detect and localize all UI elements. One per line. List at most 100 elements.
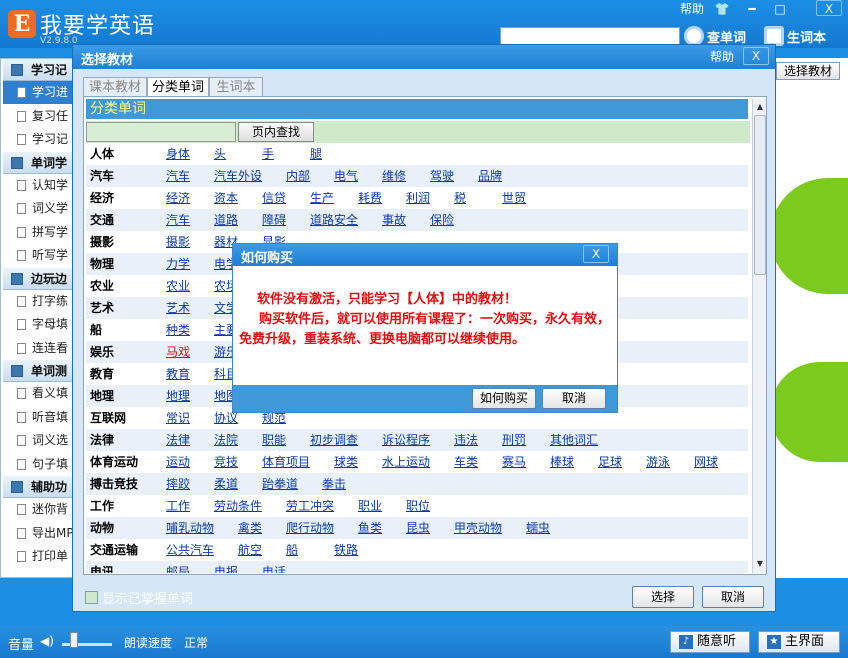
category-word-link[interactable]: 蠕虫 (526, 517, 550, 539)
category-word-link[interactable]: 汽车 (166, 165, 190, 187)
category-word-link[interactable]: 耗费 (358, 187, 382, 209)
sidebar-item[interactable]: 句子填 (3, 453, 79, 476)
select-textbook-button[interactable]: 选择教材 (776, 62, 840, 80)
category-word-link[interactable]: 内部 (286, 165, 310, 187)
sidebar-group-header[interactable]: 学习记 (3, 59, 79, 81)
category-word-link[interactable]: 马戏 (166, 341, 190, 363)
category-word-link[interactable]: 车类 (454, 451, 478, 473)
category-word-link[interactable]: 品牌 (478, 165, 502, 187)
maximize-icon[interactable]: □ (770, 1, 790, 17)
category-word-link[interactable]: 其他词汇 (550, 429, 598, 451)
category-word-link[interactable]: 违法 (454, 429, 478, 451)
sidebar-group-header[interactable]: 单词学 (3, 151, 79, 174)
how-to-buy-button[interactable]: 如何购买 (472, 388, 536, 409)
category-word-link[interactable]: 哺乳动物 (166, 517, 214, 539)
tab-textbooks[interactable]: 课本教材 (83, 77, 147, 97)
category-word-link[interactable]: 生产 (310, 187, 334, 209)
speaker-icon[interactable]: ◀) (40, 634, 54, 648)
volume-slider-knob[interactable] (70, 632, 78, 648)
category-word-link[interactable]: 道路安全 (310, 209, 358, 231)
category-word-link[interactable]: 游泳 (646, 451, 670, 473)
cancel-button[interactable]: 取消 (702, 586, 764, 608)
category-word-link[interactable]: 船 (286, 539, 298, 561)
sidebar-item[interactable]: 学习进 (3, 81, 79, 104)
category-word-link[interactable]: 航空 (238, 539, 262, 561)
sidebar-item[interactable]: 听写学 (3, 244, 79, 267)
show-mastered-checkbox[interactable] (85, 591, 98, 604)
category-word-link[interactable]: 种类 (166, 319, 190, 341)
sidebar-item[interactable]: 字母填 (3, 313, 79, 336)
category-word-link[interactable]: 跆拳道 (262, 473, 298, 495)
sidebar-item[interactable]: 词义学 (3, 197, 79, 220)
category-word-link[interactable]: 头 (214, 143, 226, 165)
skin-icon[interactable]: 👕 (712, 1, 732, 17)
category-word-link[interactable]: 资本 (214, 187, 238, 209)
category-word-link[interactable]: 世贸 (502, 187, 526, 209)
sidebar-item[interactable]: 打字练 (3, 290, 79, 313)
category-word-link[interactable]: 事故 (382, 209, 406, 231)
category-word-link[interactable]: 经济 (166, 187, 190, 209)
category-word-link[interactable]: 柔道 (214, 473, 238, 495)
category-word-link[interactable]: 网球 (694, 451, 718, 473)
tab-category-words[interactable]: 分类单词 (147, 77, 209, 98)
close-icon[interactable]: X (816, 0, 842, 16)
category-word-link[interactable]: 劳动条件 (214, 495, 262, 517)
category-word-link[interactable]: 初步调查 (310, 429, 358, 451)
category-word-link[interactable]: 鱼类 (358, 517, 382, 539)
home-button[interactable]: ★ 主界面 (758, 631, 840, 653)
category-word-link[interactable]: 电报 (214, 561, 238, 573)
category-word-link[interactable]: 手 (262, 143, 274, 165)
category-word-link[interactable]: 职业 (358, 495, 382, 517)
read-speed-value[interactable]: 正常 (184, 634, 208, 651)
category-word-link[interactable]: 昆虫 (406, 517, 430, 539)
category-word-link[interactable]: 诉讼程序 (382, 429, 430, 451)
sidebar-group-header[interactable]: 辅助功 (3, 476, 79, 498)
category-word-link[interactable]: 法律 (166, 429, 190, 451)
select-button[interactable]: 选择 (632, 586, 694, 608)
category-word-link[interactable]: 劳工冲突 (286, 495, 334, 517)
category-word-link[interactable]: 公共汽车 (166, 539, 214, 561)
sidebar-item[interactable]: 看义填 (3, 382, 79, 405)
sidebar-item[interactable]: 连连看 (3, 337, 79, 360)
word-search-input[interactable] (500, 27, 680, 45)
scrollbar[interactable]: ▲ ▼ (752, 99, 766, 573)
category-word-link[interactable]: 体育项目 (262, 451, 310, 473)
sidebar-item[interactable]: 迷你背 (3, 498, 79, 521)
vocab-book-button[interactable]: 生词本 (764, 26, 826, 46)
random-listen-button[interactable]: ♪ 随意听 (670, 631, 750, 653)
sidebar-item[interactable]: 导出MP (3, 522, 79, 545)
category-word-link[interactable]: 艺术 (166, 297, 190, 319)
category-word-link[interactable]: 腿 (310, 143, 322, 165)
category-word-link[interactable]: 税 (454, 187, 466, 209)
category-word-link[interactable]: 拳击 (322, 473, 346, 495)
category-word-link[interactable]: 教育 (166, 363, 190, 385)
category-word-link[interactable]: 摄影 (166, 231, 190, 253)
category-word-link[interactable]: 障碍 (262, 209, 286, 231)
find-input[interactable] (86, 122, 236, 142)
category-word-link[interactable]: 信贷 (262, 187, 286, 209)
category-word-link[interactable]: 力学 (166, 253, 190, 275)
category-word-link[interactable]: 邮局 (166, 561, 190, 573)
category-word-link[interactable]: 竞技 (214, 451, 238, 473)
sidebar-item[interactable]: 学习记 (3, 128, 79, 151)
sidebar-item[interactable]: 打印单 (3, 545, 79, 568)
dialog-help-link[interactable]: 帮助 (710, 48, 734, 65)
category-word-link[interactable]: 铁路 (334, 539, 358, 561)
popup-cancel-button[interactable]: 取消 (542, 388, 606, 409)
category-word-link[interactable]: 法院 (214, 429, 238, 451)
category-word-link[interactable]: 利润 (406, 187, 430, 209)
category-word-link[interactable]: 职位 (406, 495, 430, 517)
category-word-link[interactable]: 电话 (262, 561, 286, 573)
sidebar-group-header[interactable]: 边玩边 (3, 267, 79, 290)
sidebar-item[interactable]: 词义选 (3, 429, 79, 452)
minimize-icon[interactable]: ━ (742, 1, 762, 17)
sidebar-item[interactable]: 复习任 (3, 105, 79, 128)
lookup-word-button[interactable]: 查单词 (684, 26, 746, 46)
category-word-link[interactable]: 爬行动物 (286, 517, 334, 539)
category-word-link[interactable]: 保险 (430, 209, 454, 231)
scrollbar-thumb[interactable] (754, 115, 766, 275)
category-word-link[interactable]: 刑罚 (502, 429, 526, 451)
category-word-link[interactable]: 汽车外设 (214, 165, 262, 187)
category-word-link[interactable]: 摔跤 (166, 473, 190, 495)
category-word-link[interactable]: 职能 (262, 429, 286, 451)
